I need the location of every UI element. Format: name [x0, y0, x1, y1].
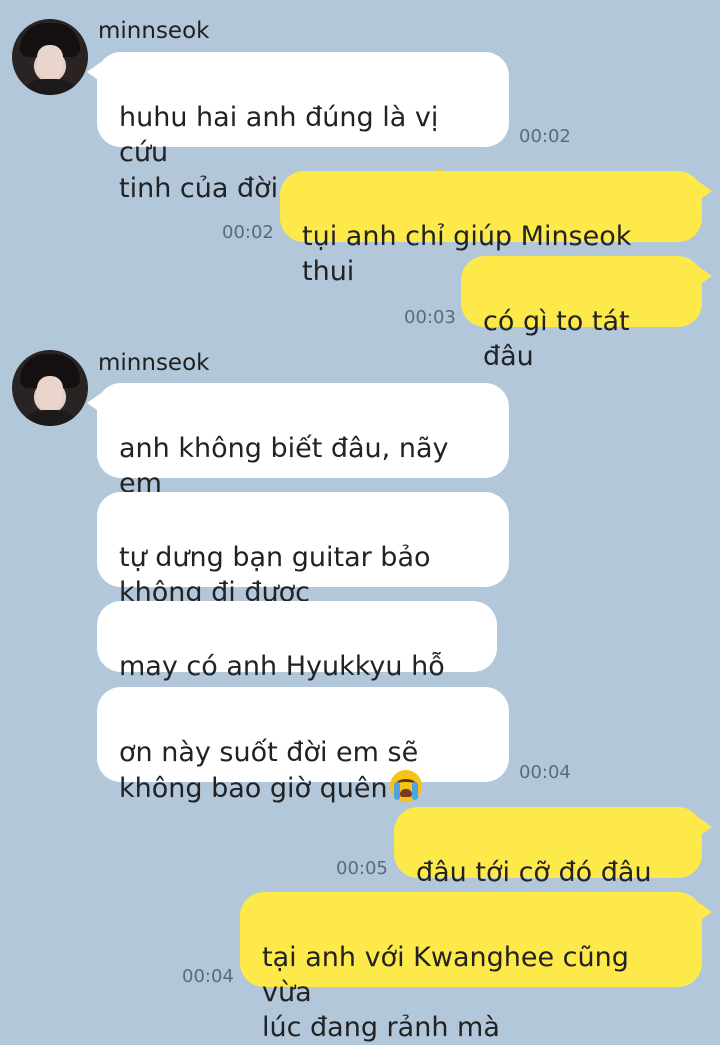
message-time: 00:05: [336, 858, 388, 879]
message-bubble-incoming[interactable]: may có anh Hyukkyu hỗ trợ: [97, 601, 497, 717]
message-bubble-outgoing[interactable]: tụi anh chỉ giúp Minseok thui: [280, 171, 712, 287]
message-time: 00:02: [519, 126, 571, 147]
sender-name: minnseok: [98, 18, 210, 44]
message-bubble-outgoing[interactable]: có gì to tát đâu: [461, 256, 712, 372]
sender-avatar[interactable]: [12, 19, 88, 95]
message-time: 00:03: [404, 307, 456, 328]
message-text: có gì to tát đâu: [483, 306, 630, 372]
message-time: 00:04: [182, 966, 234, 987]
message-text: tại anh với Kwanghee cũng vừa lúc đang r…: [262, 942, 629, 1043]
message-bubble-incoming[interactable]: ơn này suốt đời em sẽ không bao giờ quên: [97, 687, 509, 804]
message-time: 00:04: [519, 762, 571, 783]
message-time: 00:02: [222, 222, 274, 243]
loudly-crying-face-icon: [389, 770, 422, 802]
sender-name: minnseok: [98, 350, 210, 376]
message-text: tự dưng bạn guitar bảo không đi được: [119, 542, 431, 608]
message-bubble-incoming[interactable]: tự dưng bạn guitar bảo không đi được: [97, 492, 509, 608]
message-bubble-incoming[interactable]: huhu hai anh đúng là vị cứu tinh của đời…: [87, 52, 509, 204]
message-bubble-incoming[interactable]: anh không biết đâu, nãy em hoảng quá trờ…: [87, 383, 509, 535]
message-bubble-outgoing[interactable]: tại anh với Kwanghee cũng vừa lúc đang r…: [240, 892, 712, 1043]
message-bubble-outgoing[interactable]: đâu tới cỡ đó đâu -)): [394, 807, 712, 923]
message-text: ơn này suốt đời em sẽ không bao giờ quên: [119, 737, 419, 804]
sender-avatar[interactable]: [12, 350, 88, 426]
